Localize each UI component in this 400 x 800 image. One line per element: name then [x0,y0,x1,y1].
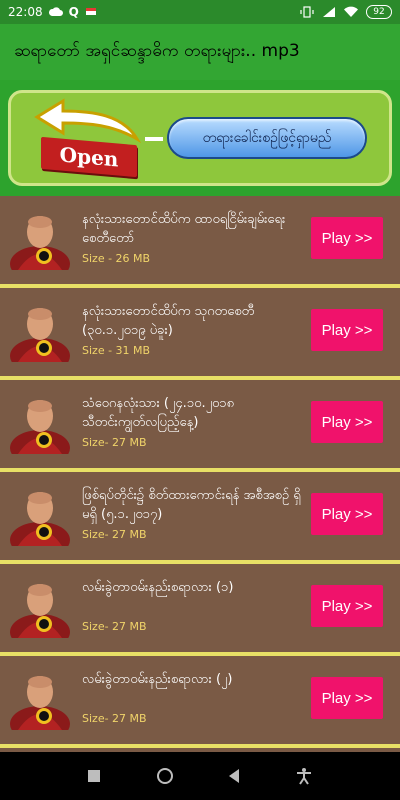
flag-icon [85,8,96,15]
item-size: Size - 31 MB [82,344,151,357]
banner: Open တရားခေါင်းစဉ်ဖြင့်ရှာမည် [8,90,392,186]
list-item[interactable]: နလုံးသားတောင်ထိပ်က ထာဝရငြိမ်းချမ်းရေးစေတ… [0,196,400,288]
status-bar: 22:08 Q 92 [0,0,400,24]
item-size: Size - 26 MB [82,252,151,265]
play-button[interactable]: Play >> [311,309,383,351]
play-button[interactable]: Play >> [311,401,383,443]
app-bar: ဆရာတော် အရှင်ဆန္ဒာဓိက တရားများ.. mp3 [0,24,400,80]
item-title: လမ်းခွဲတာဝမ်းနည်းစရာလား (၁) [82,580,234,595]
accessibility-icon[interactable] [296,767,312,785]
recents-icon[interactable] [88,770,101,782]
monk-avatar [10,308,70,362]
wifi-icon [344,6,358,18]
list-item[interactable]: သံဝေဂနလုံးသား (၂၄.၁၀.၂၀၁၈ သီတင်းကျွတ်လပြ… [0,380,400,472]
list-item[interactable]: နလုံးသားတောင်ထိပ်က သုဂတစေတီ (၃၀.၁.၂၀၁၉ ပ… [0,288,400,380]
audio-list: နလုံးသားတောင်ထိပ်က ထာဝရငြိမ်းချမ်းရေးစေတ… [0,196,400,752]
navigation-bar [0,752,400,800]
play-button[interactable]: Play >> [311,217,383,259]
item-size: Size- 27 MB [82,712,147,725]
item-size: Size- 27 MB [82,528,147,541]
monk-avatar [10,492,70,546]
item-size: Size- 27 MB [82,620,147,633]
search-by-title-button[interactable]: တရားခေါင်းစဉ်ဖြင့်ရှာမည် [167,117,367,159]
home-icon[interactable] [156,768,173,784]
monk-avatar [10,676,70,730]
banner-dash [145,137,163,141]
monk-avatar [10,216,70,270]
item-title: နလုံးသားတောင်ထိပ်က ထာဝရငြိမ်းချမ်းရေးစေတ… [82,212,286,246]
item-title: နလုံးသားတောင်ထိပ်က သုဂတစေတီ (၃၀.၁.၂၀၁၉ ပ… [82,304,255,338]
signal-icon [323,7,335,17]
list-item[interactable]: ဖြစ်ရပ်တိုင်း၌ စိတ်ထားကောင်းရန် အစီအစဉ် … [0,472,400,564]
q-icon: Q [68,5,79,19]
cloud-icon [48,7,63,16]
monk-avatar [10,584,70,638]
play-button[interactable]: Play >> [311,677,383,719]
play-button[interactable]: Play >> [311,493,383,535]
back-icon[interactable] [229,769,240,783]
app-title: ဆရာတော် အရှင်ဆန္ဒာဓိက တရားများ.. mp3 [14,40,300,61]
battery-icon: 92 [366,5,392,19]
item-title: လမ်းခွဲတာဝမ်းနည်းစရာလား (၂) [82,672,233,687]
item-title: သံဝေဂနလုံးသား (၂၄.၁၀.၂၀၁၈ သီတင်းကျွတ်လပြ… [82,396,235,430]
status-time: 22:08 [8,5,43,19]
banner-area: Open တရားခေါင်းစဉ်ဖြင့်ရှာမည် [0,80,400,196]
play-button[interactable]: Play >> [311,585,383,627]
item-title: ဖြစ်ရပ်တိုင်း၌ စိတ်ထားကောင်းရန် အစီအစဉ် … [82,488,301,522]
item-size: Size- 27 MB [82,436,147,449]
list-item[interactable]: လမ်းခွဲတာဝမ်းနည်းစရာလား (၁) Size- 27 MB … [0,564,400,656]
battery-level: 92 [373,7,385,17]
monk-avatar [10,400,70,454]
list-item[interactable]: လမ်းခွဲတာဝမ်းနည်းစရာလား (၂) Size- 27 MB … [0,656,400,748]
vibrate-icon [300,6,314,18]
